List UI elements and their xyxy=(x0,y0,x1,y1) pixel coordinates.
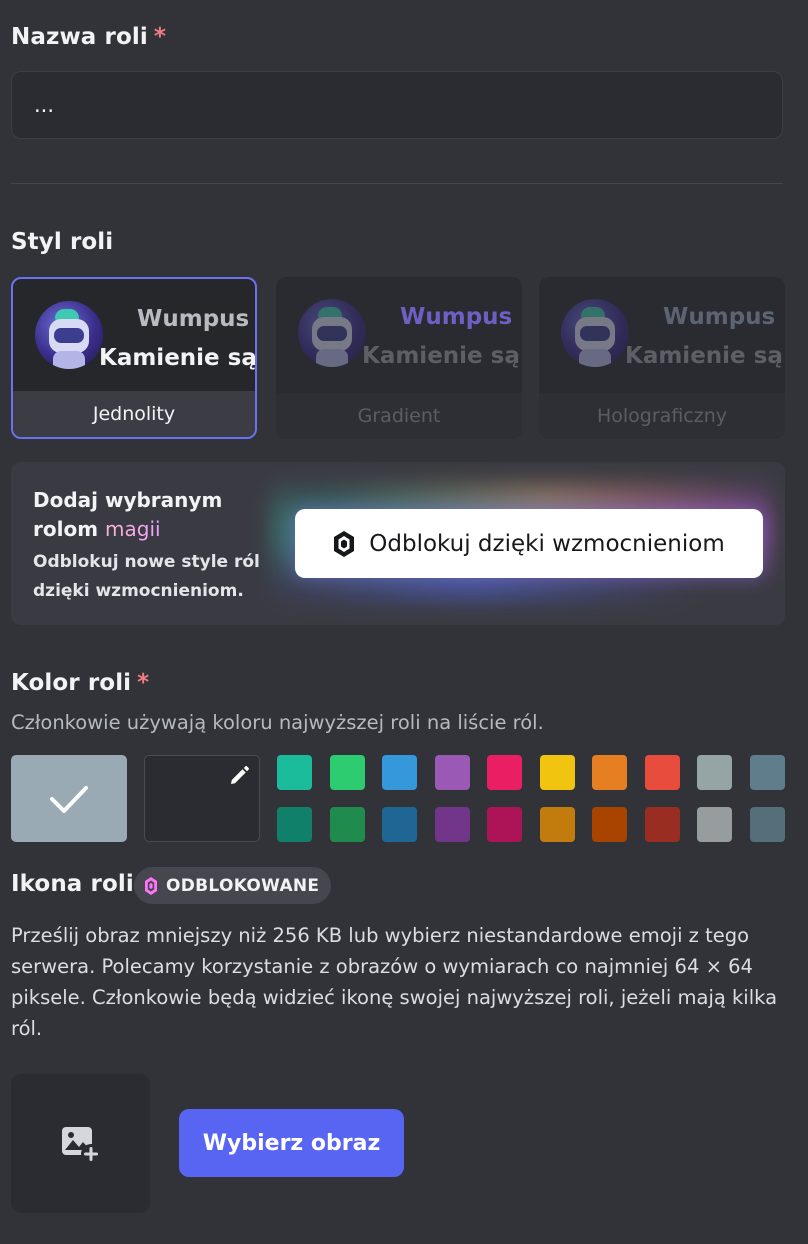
boost-title-highlight: magii xyxy=(105,517,161,541)
boost-description: Odblokuj nowe style ról dzięki wzmocnien… xyxy=(33,552,260,601)
role-color-label: Kolor roli * xyxy=(11,670,150,696)
unlocked-badge: ODBLOKOWANE xyxy=(134,867,332,904)
style-card-label: Jednolity xyxy=(13,391,255,437)
color-swatch[interactable] xyxy=(277,755,312,790)
preview-username: Wumpus xyxy=(663,304,776,330)
color-swatch[interactable] xyxy=(330,755,365,790)
preview-message: Kamienie są ba xyxy=(99,345,257,371)
boost-upsell-panel: Dodaj wybranym rolom magii Odblokuj nowe… xyxy=(11,462,785,625)
preview-username: Wumpus xyxy=(400,304,513,330)
checkmark-icon xyxy=(50,786,88,813)
wumpus-avatar xyxy=(561,299,629,367)
pencil-icon xyxy=(231,765,250,784)
role-icon-upload-area[interactable] xyxy=(11,1074,150,1213)
boost-gem-icon xyxy=(145,876,157,895)
color-swatch[interactable] xyxy=(645,807,680,842)
required-mark: * xyxy=(137,670,150,696)
style-card-label: Holograficzny xyxy=(539,393,785,439)
boost-title: Dodaj wybranym rolom magii xyxy=(33,488,223,541)
required-mark: * xyxy=(153,24,166,50)
style-card-holographic[interactable]: Wumpus Kamienie są ba Holograficzny xyxy=(539,277,785,439)
role-settings-page: Nazwa roli * ... Styl roli Wumpus Kamieni… xyxy=(0,0,808,1244)
color-swatch[interactable] xyxy=(382,807,417,842)
color-swatch[interactable] xyxy=(277,807,312,842)
color-swatch[interactable] xyxy=(330,807,365,842)
section-divider xyxy=(11,183,783,184)
color-swatch[interactable] xyxy=(487,807,522,842)
style-preview: Wumpus Kamienie są ba xyxy=(276,277,522,393)
role-icon-label: Ikona roli xyxy=(11,871,134,897)
color-swatch[interactable] xyxy=(592,755,627,790)
color-swatch[interactable] xyxy=(592,807,627,842)
role-style-label: Styl roli xyxy=(11,229,114,255)
color-swatch[interactable] xyxy=(750,807,785,842)
style-card-gradient[interactable]: Wumpus Kamienie są ba Gradient xyxy=(276,277,522,439)
color-swatch[interactable] xyxy=(645,755,680,790)
badge-label: ODBLOKOWANE xyxy=(166,875,320,896)
role-name-label: Nazwa roli * xyxy=(11,24,166,50)
color-swatch[interactable] xyxy=(750,755,785,790)
default-color-swatch[interactable] xyxy=(11,755,127,842)
preview-message: Kamienie są ba xyxy=(625,343,785,369)
wumpus-avatar xyxy=(35,301,103,369)
role-color-hint: Członkowie używają koloru najwyższej rol… xyxy=(11,711,544,734)
style-card-label: Gradient xyxy=(276,393,522,439)
style-preview: Wumpus Kamienie są ba xyxy=(13,279,255,395)
nitro-gem-icon xyxy=(334,530,355,557)
color-swatch[interactable] xyxy=(487,755,522,790)
color-swatch[interactable] xyxy=(697,755,732,790)
style-card-solid[interactable]: Wumpus Kamienie są ba Jednolity xyxy=(11,277,257,439)
preview-message: Kamienie są ba xyxy=(362,343,522,369)
choose-image-button[interactable]: Wybierz obraz xyxy=(179,1109,404,1177)
preview-username: Wumpus xyxy=(137,306,250,332)
unlock-button-label: Odblokuj dzięki wzmocnieniom xyxy=(369,530,725,557)
style-preview: Wumpus Kamienie są ba xyxy=(539,277,785,393)
role-icon-description: Prześlij obraz mniejszy niż 256 KB lub w… xyxy=(11,924,778,1040)
color-swatch[interactable] xyxy=(435,807,470,842)
color-swatch[interactable] xyxy=(382,755,417,790)
role-name-input[interactable]: ... xyxy=(11,71,783,139)
add-image-icon xyxy=(61,1126,101,1164)
color-swatch[interactable] xyxy=(697,807,732,842)
color-swatch[interactable] xyxy=(435,755,470,790)
unlock-with-boosts-button[interactable]: Odblokuj dzięki wzmocnieniom xyxy=(295,509,763,578)
wumpus-avatar xyxy=(298,299,366,367)
custom-color-swatch[interactable] xyxy=(144,755,260,842)
color-swatch[interactable] xyxy=(540,755,575,790)
color-swatch[interactable] xyxy=(540,807,575,842)
